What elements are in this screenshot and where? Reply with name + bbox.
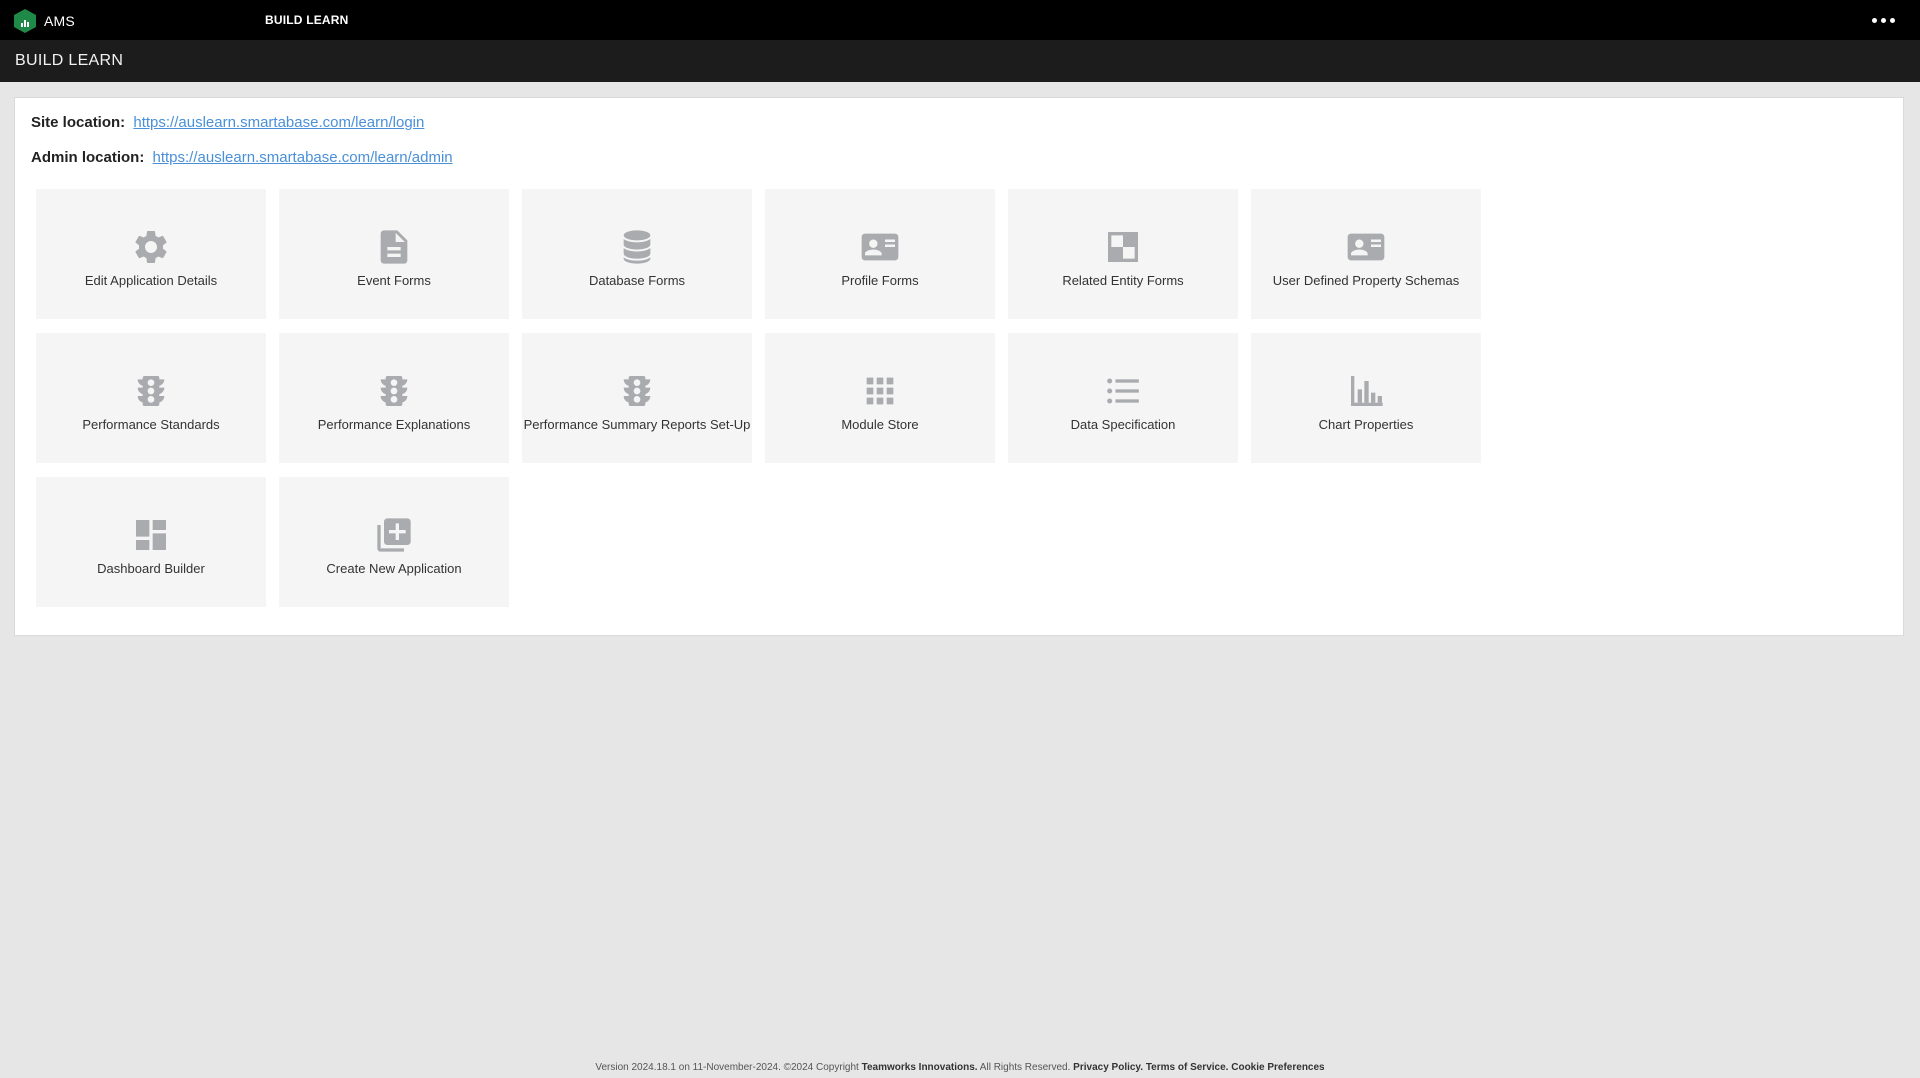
tile-performance-summary-reports-setup[interactable]: Performance Summary Reports Set-Up [522,333,752,463]
tile-performance-standards[interactable]: Performance Standards [36,333,266,463]
traffic-light-icon [131,371,171,411]
tile-label: Profile Forms [841,273,919,288]
add-library-icon [374,515,414,555]
top-bar: AMS BUILD LEARN [0,0,1920,40]
tile-module-store[interactable]: Module Store [765,333,995,463]
tile-database-forms[interactable]: Database Forms [522,189,752,319]
footer-company: Teamworks Innovations. [861,1062,978,1073]
tile-chart-properties[interactable]: Chart Properties [1251,333,1481,463]
dashboard-icon [131,515,171,555]
main-panel: Site location: https://auslearn.smartaba… [14,97,1904,636]
tile-label: Performance Summary Reports Set-Up [523,417,751,432]
id-card-icon [1346,227,1386,267]
gear-icon [131,227,171,267]
brand[interactable]: AMS [14,9,75,33]
admin-location-row: Admin location: https://auslearn.smartab… [31,149,453,166]
privacy-policy-link[interactable]: Privacy Policy. [1073,1062,1143,1073]
site-location-link[interactable]: https://auslearn.smartabase.com/learn/lo… [133,114,424,131]
ams-logo-icon [14,9,36,33]
tile-label: Database Forms [588,273,686,288]
tile-label: Related Entity Forms [1062,273,1184,288]
cookie-preferences-link[interactable]: Cookie Preferences [1231,1062,1324,1073]
site-location-row: Site location: https://auslearn.smartaba… [31,114,424,131]
tile-label: Dashboard Builder [97,561,205,576]
tile-event-forms[interactable]: Event Forms [279,189,509,319]
tile-label: Create New Application [326,561,462,576]
site-location-label: Site location: [31,114,126,131]
tile-profile-forms[interactable]: Profile Forms [765,189,995,319]
tile-data-specification[interactable]: Data Specification [1008,333,1238,463]
tile-performance-explanations[interactable]: Performance Explanations [279,333,509,463]
grid-icon [860,371,900,411]
page-header: BUILD LEARN [0,40,1920,82]
tile-user-defined-property-schemas[interactable]: User Defined Property Schemas [1251,189,1481,319]
list-icon [1103,371,1143,411]
database-icon [617,227,657,267]
tile-create-new-application[interactable]: Create New Application [279,477,509,607]
tile-label: Edit Application Details [84,273,218,288]
tile-label: User Defined Property Schemas [1272,273,1460,288]
admin-location-label: Admin location: [31,149,145,166]
tile-label: Event Forms [357,273,431,288]
tile-label: Data Specification [1070,417,1176,432]
page-title: BUILD LEARN [15,52,124,69]
tile-label: Module Store [841,417,919,432]
tile-label: Performance Explanations [317,417,471,432]
tile-related-entity-forms[interactable]: Related Entity Forms [1008,189,1238,319]
bar-chart-icon [1346,371,1386,411]
traffic-light-icon [374,371,414,411]
tile-label: Performance Standards [82,417,220,432]
tile-label: Chart Properties [1318,417,1414,432]
more-horizontal-icon[interactable] [1866,12,1900,28]
brand-name: AMS [44,13,75,29]
id-card-icon [860,227,900,267]
checker-icon [1103,227,1143,267]
tile-dashboard-builder[interactable]: Dashboard Builder [36,477,266,607]
document-icon [374,227,414,267]
top-bar-title: BUILD LEARN [265,13,349,27]
terms-of-service-link[interactable]: Terms of Service. [1146,1062,1229,1073]
admin-location-link[interactable]: https://auslearn.smartabase.com/learn/ad… [153,149,453,166]
footer-version: Version 2024.18.1 on 11-November-2024. ©… [595,1062,859,1073]
traffic-light-icon [617,371,657,411]
footer-rights: All Rights Reserved. [979,1062,1071,1073]
tile-edit-application-details[interactable]: Edit Application Details [36,189,266,319]
footer: Version 2024.18.1 on 11-November-2024. ©… [0,1062,1920,1073]
